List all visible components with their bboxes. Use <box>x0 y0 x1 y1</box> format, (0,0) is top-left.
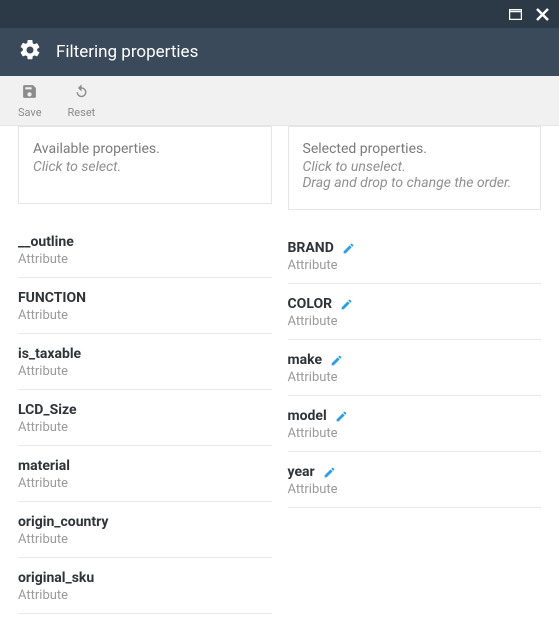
item-type: Attribute <box>18 364 272 379</box>
item-type: Attribute <box>288 258 542 273</box>
selected-header-line3: Drag and drop to change the order. <box>303 175 527 191</box>
item-label: model <box>288 408 327 424</box>
reset-button[interactable]: Reset <box>68 83 96 119</box>
list-item[interactable]: make Attribute <box>288 340 542 396</box>
selected-list: BRAND Attribute COLOR Attribute make Attribut… <box>288 228 542 508</box>
item-type: Attribute <box>288 482 542 497</box>
item-label: FUNCTION <box>18 290 86 306</box>
item-label: LCD_Size <box>18 402 77 418</box>
item-type: Attribute <box>288 426 542 441</box>
titlebar <box>0 0 559 28</box>
available-column: Available properties. Click to select. _… <box>18 126 272 614</box>
reset-icon <box>73 83 90 104</box>
selected-header-line1: Selected properties. <box>303 141 527 157</box>
list-item[interactable]: __outline Attribute <box>18 222 272 278</box>
edit-icon[interactable] <box>335 410 348 423</box>
list-item[interactable]: is_taxable Attribute <box>18 334 272 390</box>
save-icon <box>21 83 38 104</box>
reset-label: Reset <box>68 106 96 119</box>
list-item[interactable]: COLOR Attribute <box>288 284 542 340</box>
item-label: __outline <box>18 234 74 250</box>
save-label: Save <box>18 106 42 119</box>
close-icon[interactable] <box>536 8 549 21</box>
selected-column: Selected properties. Click to unselect. … <box>288 126 542 614</box>
available-header-line1: Available properties. <box>33 141 257 157</box>
item-label: material <box>18 458 70 474</box>
list-item[interactable]: FUNCTION Attribute <box>18 278 272 334</box>
list-item[interactable]: year Attribute <box>288 452 542 508</box>
selected-header-line2: Click to unselect. <box>303 159 527 175</box>
list-item[interactable]: original_sku Attribute <box>18 558 272 614</box>
item-type: Attribute <box>18 420 272 435</box>
edit-icon[interactable] <box>330 354 343 367</box>
item-type: Attribute <box>18 588 272 603</box>
item-label: BRAND <box>288 240 334 256</box>
item-type: Attribute <box>18 476 272 491</box>
item-label: original_sku <box>18 570 94 586</box>
item-label: COLOR <box>288 296 333 312</box>
selected-header: Selected properties. Click to unselect. … <box>288 126 542 210</box>
item-label: make <box>288 352 323 368</box>
edit-icon[interactable] <box>342 242 355 255</box>
item-label: origin_country <box>18 514 108 530</box>
available-list: __outlineAttributeFUNCTIONAttributeis_ta… <box>18 222 272 614</box>
edit-icon[interactable] <box>340 298 353 311</box>
item-label: year <box>288 464 315 480</box>
columns-container: Available properties. Click to select. _… <box>0 126 559 614</box>
available-header-line2: Click to select. <box>33 159 257 175</box>
dialog-header: Filtering properties <box>0 28 559 76</box>
item-type: Attribute <box>18 532 272 547</box>
available-header: Available properties. Click to select. <box>18 126 272 204</box>
dialog-title: Filtering properties <box>56 42 198 62</box>
edit-icon[interactable] <box>323 466 336 479</box>
item-type: Attribute <box>18 252 272 267</box>
gear-icon <box>18 38 42 66</box>
list-item[interactable]: origin_country Attribute <box>18 502 272 558</box>
item-type: Attribute <box>18 308 272 323</box>
save-button[interactable]: Save <box>18 83 42 119</box>
toolbar: Save Reset <box>0 76 559 126</box>
list-item[interactable]: LCD_Size Attribute <box>18 390 272 446</box>
item-type: Attribute <box>288 370 542 385</box>
item-type: Attribute <box>288 314 542 329</box>
list-item[interactable]: material Attribute <box>18 446 272 502</box>
maximize-icon[interactable] <box>509 9 522 20</box>
list-item[interactable]: model Attribute <box>288 396 542 452</box>
item-label: is_taxable <box>18 346 81 362</box>
list-item[interactable]: BRAND Attribute <box>288 228 542 284</box>
